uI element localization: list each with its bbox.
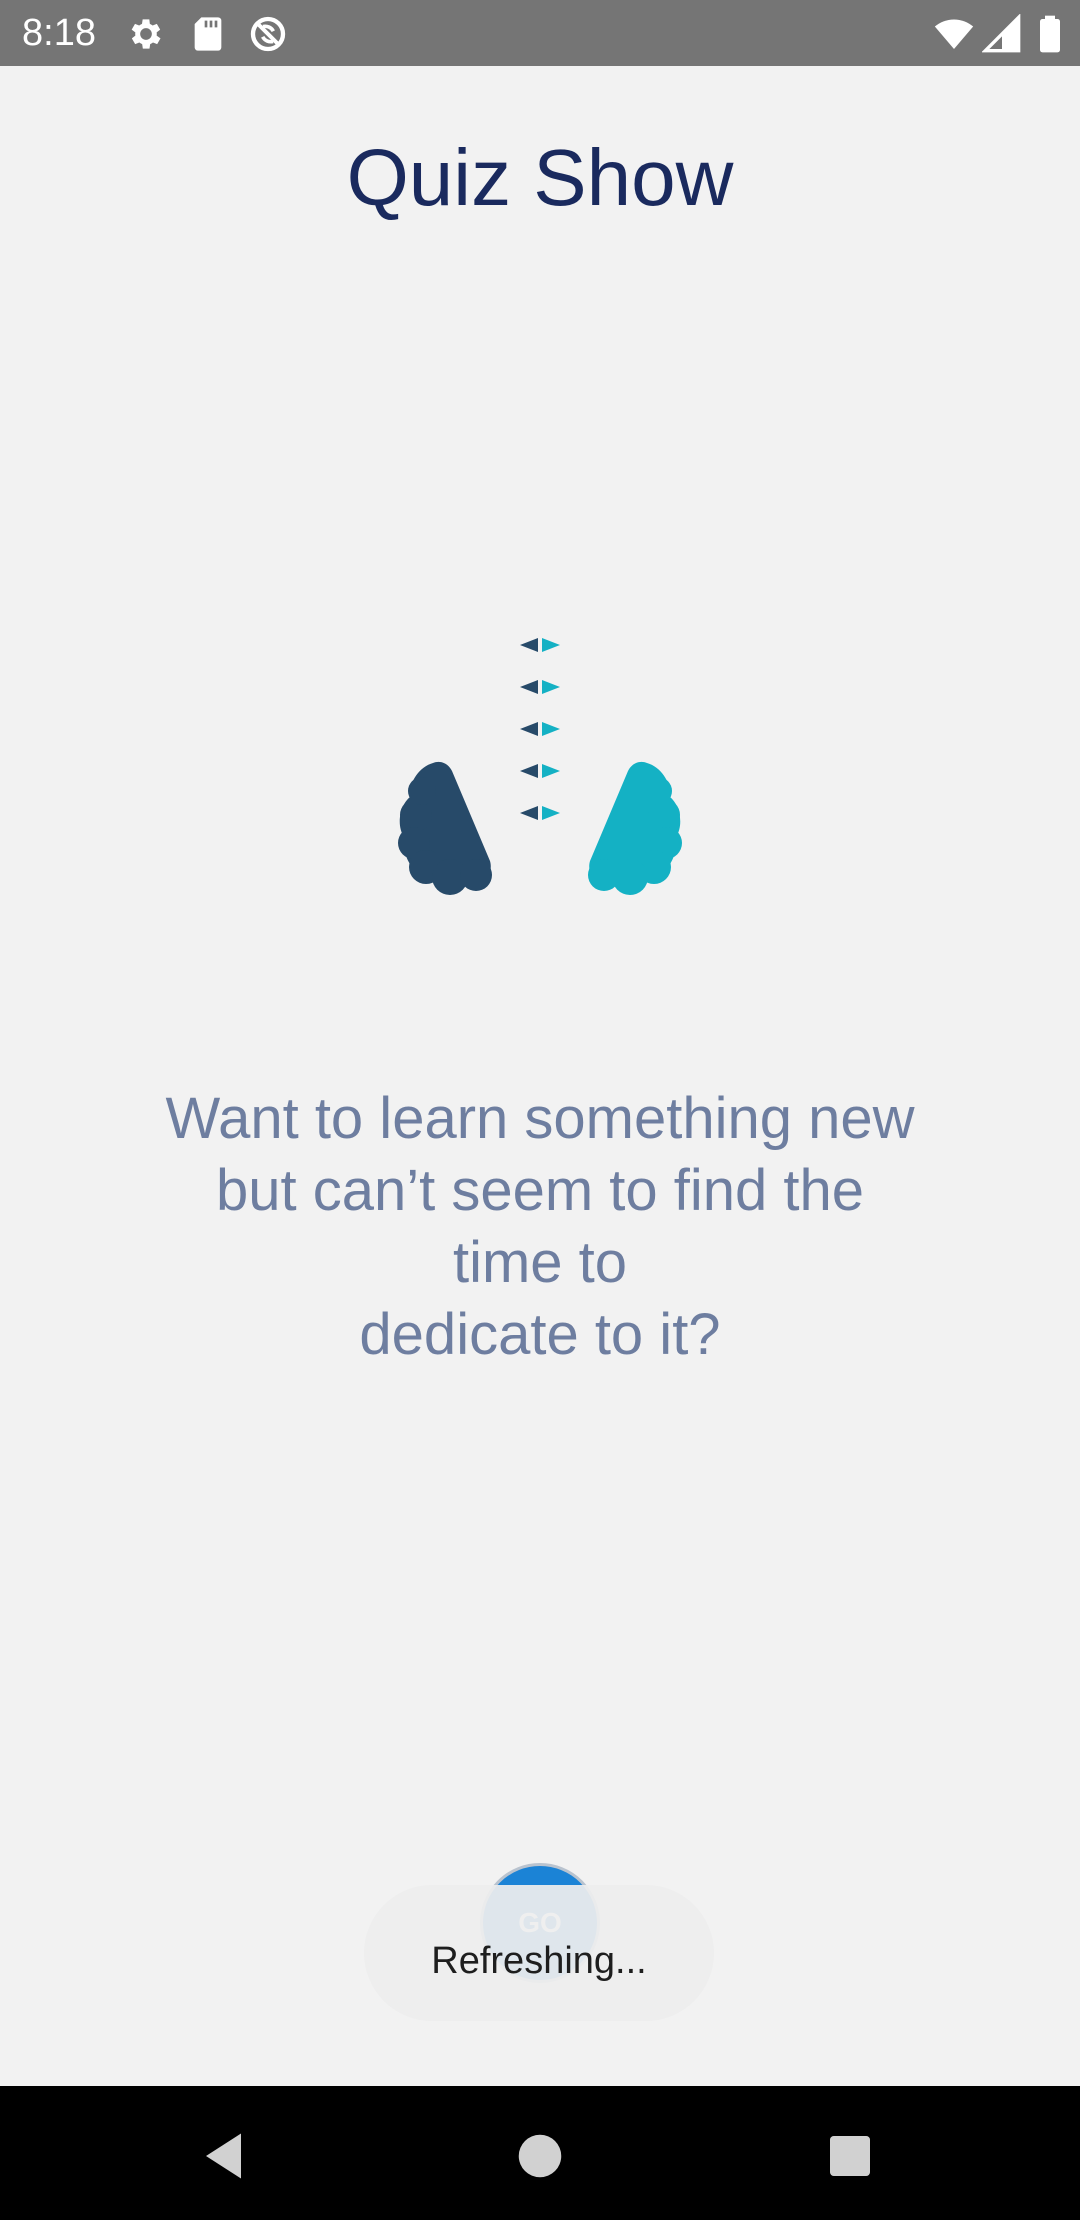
app-screen: 8:18 Quiz Show Want to learn something n… (0, 0, 1080, 2220)
left-brain-icon (398, 761, 492, 895)
back-icon[interactable] (186, 2116, 266, 2196)
sd-card-icon (188, 14, 228, 54)
right-brain-icon (588, 761, 682, 895)
tagline-line: dedicate to it? (359, 1302, 721, 1367)
tagline-line: Want to learn something new (165, 1086, 915, 1151)
gear-icon (126, 14, 166, 54)
toast-text: Refreshing... (431, 1939, 647, 1982)
refreshing-toast: Refreshing... (364, 1885, 714, 2021)
recents-icon[interactable] (810, 2116, 890, 2196)
page-title: Quiz Show (346, 133, 734, 222)
tagline: Want to learn something new but can’t se… (100, 1083, 980, 1371)
no-sync-icon (248, 14, 288, 54)
wifi-icon (934, 14, 974, 54)
tagline-line: but can’t seem to find the (215, 1158, 865, 1223)
signal-icon (981, 13, 1022, 54)
navigation-bar (0, 2086, 1080, 2220)
arrows-icon (520, 638, 560, 820)
two-brains-exchange-icon (390, 625, 690, 905)
status-time: 8:18 (22, 12, 96, 54)
tagline-line: time to (452, 1230, 628, 1295)
status-bar: 8:18 (0, 0, 1080, 66)
battery-icon (1030, 14, 1070, 54)
home-icon[interactable] (500, 2116, 580, 2196)
